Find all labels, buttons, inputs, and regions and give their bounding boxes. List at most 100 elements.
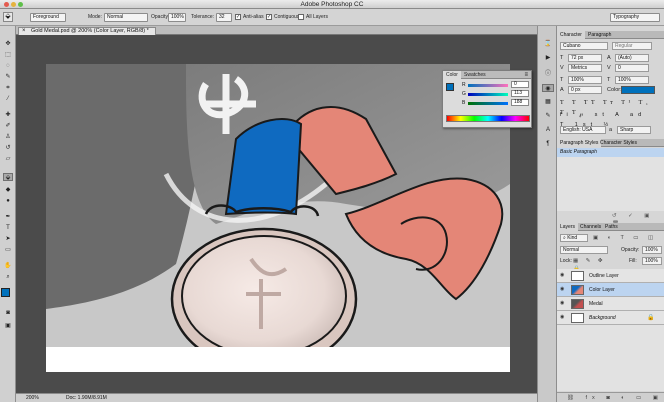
shape-tool-icon[interactable]: ▭	[3, 246, 13, 254]
visibility-eye-icon[interactable]: ◉	[560, 301, 567, 306]
eraser-tool-icon[interactable]: ▱	[3, 155, 13, 163]
font-style-select[interactable]: Regular	[612, 42, 652, 50]
layer-row-background[interactable]: ◉ Background 🔒	[557, 311, 664, 325]
pen-tool-icon[interactable]: ✒	[3, 213, 13, 221]
kerning-field[interactable]: Metrics	[568, 64, 602, 72]
antialias-method-select[interactable]: Sharp	[617, 126, 651, 134]
screen-mode-icon[interactable]: ▣	[3, 322, 13, 330]
move-tool-icon[interactable]: ✥	[3, 40, 13, 48]
crop-tool-icon[interactable]: ⌗	[3, 84, 13, 92]
history-brush-tool-icon[interactable]: ↺	[3, 144, 13, 152]
green-slider[interactable]	[468, 93, 508, 96]
tracking-field[interactable]: 0	[615, 64, 649, 72]
doc-size-info[interactable]: Doc: 1.90M/8.91M	[66, 394, 107, 402]
antialias-label: Anti-alias	[243, 14, 264, 20]
green-value-field[interactable]: 113	[511, 90, 529, 97]
text-color-swatch[interactable]	[621, 86, 655, 94]
layer-row-medal[interactable]: ◉ Medal	[557, 297, 664, 311]
color-spectrum-bar[interactable]	[446, 115, 530, 122]
blur-tool-icon[interactable]: ◆	[3, 186, 13, 194]
blue-slider[interactable]	[468, 102, 508, 105]
paint-bucket-preset-icon[interactable]: ⬙	[3, 12, 13, 22]
red-slider[interactable]	[468, 84, 508, 87]
lock-buttons[interactable]: ▦ ✎ ✥ 🔒	[573, 257, 613, 272]
mode-select[interactable]: Normal	[104, 13, 148, 22]
panel-menu-icon[interactable]: ≡	[524, 71, 528, 79]
close-window-button[interactable]	[4, 2, 9, 7]
zoom-level[interactable]: 200%	[26, 394, 39, 402]
layer-row-color[interactable]: ◉ Color Layer	[557, 283, 664, 297]
tab-paragraph-styles[interactable]: Paragraph Styles	[557, 139, 602, 147]
workspace-select[interactable]: Typography	[610, 13, 660, 22]
opentype-buttons[interactable]: fi ℘ st A ad T 1st ½	[560, 110, 660, 128]
language-select[interactable]: English: USA	[560, 126, 606, 134]
leading-field[interactable]: (Auto)	[615, 54, 649, 62]
layer-filter-select[interactable]: ⌕ Kind	[560, 234, 588, 242]
close-tab-icon[interactable]: ×	[22, 28, 26, 35]
marquee-tool-icon[interactable]: ⬚	[3, 51, 13, 59]
medal-artwork	[46, 64, 510, 372]
layers-footer-buttons[interactable]: ⛓ fx ◙ ◐ ▭ ▣ 🗑	[557, 392, 664, 402]
red-value-field[interactable]: 0	[511, 81, 529, 88]
type-tool-icon[interactable]: T	[3, 224, 13, 232]
swatches-panel-icon[interactable]: ▦	[543, 98, 553, 106]
quick-mask-icon[interactable]: ◙	[3, 309, 13, 317]
baseline-shift-field[interactable]: 0 px	[568, 86, 602, 94]
text-color-label: Color:	[607, 87, 622, 93]
foreground-color-swatch[interactable]	[1, 288, 10, 297]
lasso-tool-icon[interactable]: ◌	[3, 62, 13, 70]
tab-color[interactable]: Color	[443, 71, 461, 79]
eyedropper-tool-icon[interactable]: ⁄	[3, 95, 13, 103]
fill-source-select[interactable]: Foreground	[30, 13, 66, 22]
all-layers-checkbox[interactable]	[298, 14, 304, 20]
font-size-field[interactable]: 72 px	[568, 54, 602, 62]
opacity-field[interactable]: 100%	[168, 13, 186, 22]
document-tab[interactable]: × Gold Medal.psd @ 200% (Color Layer, RG…	[18, 27, 156, 35]
clone-stamp-tool-icon[interactable]: ♙	[3, 133, 13, 141]
tab-paragraph[interactable]: Paragraph	[585, 31, 614, 39]
layer-row-outline[interactable]: ◉ Outline Layer	[557, 269, 664, 283]
visibility-eye-icon[interactable]: ◉	[560, 287, 567, 292]
path-select-tool-icon[interactable]: ➤	[3, 235, 13, 243]
visibility-eye-icon[interactable]: ◉	[560, 315, 567, 320]
healing-brush-tool-icon[interactable]: ✚	[3, 111, 13, 119]
character-panel-icon[interactable]: A	[543, 126, 553, 134]
info-panel-icon[interactable]: ⓘ	[543, 70, 553, 78]
tab-character[interactable]: Character	[557, 31, 585, 39]
blend-mode-select[interactable]: Normal	[560, 246, 608, 254]
brush-panel-icon[interactable]: ✎	[543, 112, 553, 120]
color-foreground-swatch[interactable]	[446, 83, 454, 91]
quick-select-tool-icon[interactable]: ✎	[3, 73, 13, 81]
tab-channels[interactable]: Channels	[577, 223, 604, 231]
hand-tool-icon[interactable]: ✋	[3, 262, 13, 270]
brush-tool-icon[interactable]: ✐	[3, 122, 13, 130]
zoom-tool-icon[interactable]: ⌕	[3, 273, 13, 281]
tab-swatches[interactable]: Swatches	[461, 71, 489, 79]
blue-value-field[interactable]: 188	[511, 99, 529, 106]
style-item-basic-paragraph[interactable]: Basic Paragraph	[557, 148, 664, 157]
minimize-window-button[interactable]	[11, 2, 16, 7]
tab-paths[interactable]: Paths	[602, 223, 621, 231]
layer-opacity-field[interactable]: 100%	[642, 246, 662, 254]
dodge-tool-icon[interactable]: ●	[3, 197, 13, 205]
vertical-scale-field[interactable]: 100%	[568, 76, 602, 84]
type-style-buttons[interactable]: T T TT Tт T¹ T₁ T T	[560, 98, 660, 116]
visibility-eye-icon[interactable]: ◉	[560, 273, 567, 278]
tolerance-field[interactable]: 32	[216, 13, 232, 22]
styles-footer-buttons[interactable]: ↺ ✓ ▣ 🗑	[612, 212, 662, 227]
paint-bucket-tool-icon[interactable]: ⬙	[3, 173, 13, 181]
tab-character-styles[interactable]: Character Styles	[597, 139, 640, 147]
document-canvas[interactable]	[46, 64, 510, 372]
tab-layers[interactable]: Layers	[557, 223, 579, 231]
actions-panel-icon[interactable]: ▶	[543, 54, 553, 62]
history-panel-icon[interactable]: ⌛	[543, 40, 553, 48]
layer-filter-buttons[interactable]: ▣ ◐ T ▭ ◫	[593, 234, 661, 242]
fill-field[interactable]: 100%	[642, 257, 662, 265]
contiguous-checkbox[interactable]: ✓	[266, 14, 272, 20]
color-panel-icon[interactable]: ◉	[542, 84, 554, 92]
zoom-window-button[interactable]	[18, 2, 23, 7]
antialias-checkbox[interactable]: ✓	[235, 14, 241, 20]
font-family-select[interactable]: Cubano	[560, 42, 608, 50]
paragraph-panel-icon[interactable]: ¶	[543, 140, 553, 148]
horizontal-scale-field[interactable]: 100%	[615, 76, 649, 84]
